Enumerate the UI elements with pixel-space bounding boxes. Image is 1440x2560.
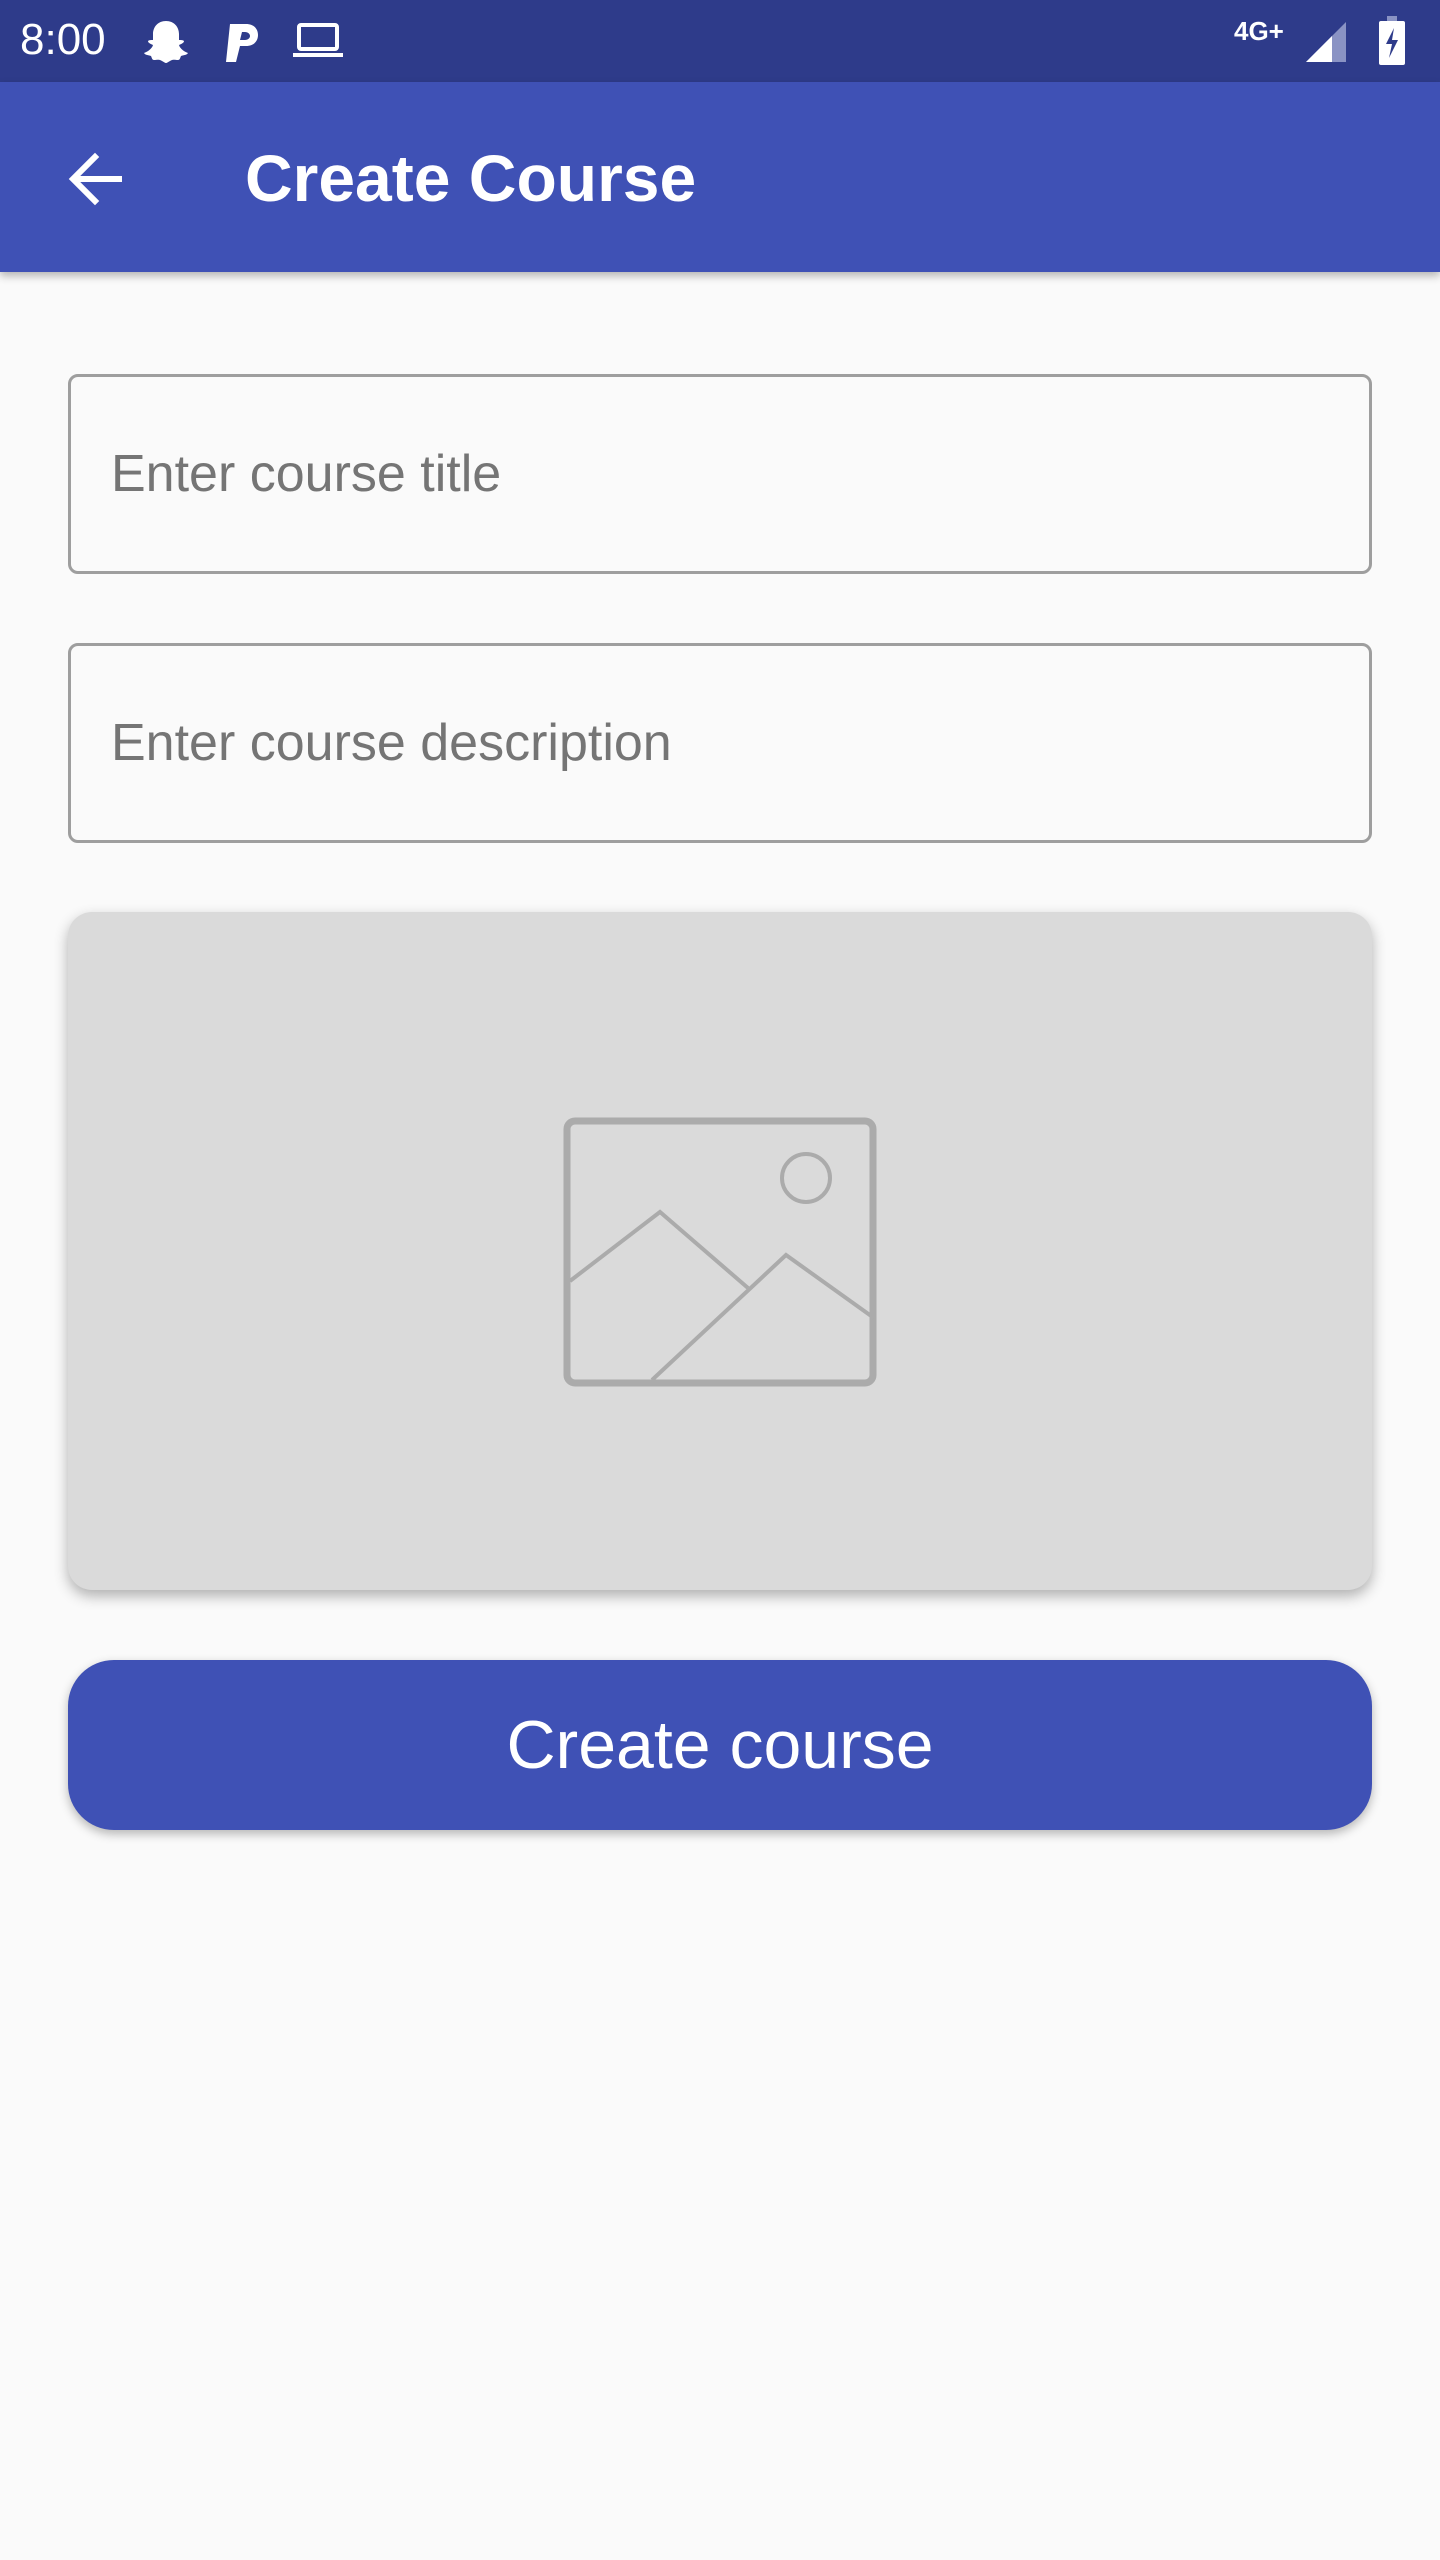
course-image-picker[interactable] <box>68 912 1372 1590</box>
status-bar: 8:00 4G+ <box>0 0 1440 82</box>
status-time: 8:00 <box>20 15 106 64</box>
course-description-field <box>68 643 1372 843</box>
course-description-input[interactable] <box>71 646 1369 840</box>
signal-icon <box>1304 20 1348 69</box>
arrow-back-icon <box>65 149 125 214</box>
course-title-input[interactable] <box>71 377 1369 571</box>
snapchat-icon <box>142 18 190 69</box>
laptop-icon <box>292 22 344 65</box>
create-course-button[interactable]: Create course <box>68 1660 1372 1830</box>
network-type-label: 4G+ <box>1234 16 1284 46</box>
parking-icon <box>222 20 262 69</box>
battery-charging-icon <box>1378 16 1406 71</box>
course-title-field <box>68 374 1372 574</box>
back-button[interactable] <box>40 126 150 236</box>
app-bar: Create Course <box>0 82 1440 272</box>
page-title: Create Course <box>245 141 697 215</box>
image-placeholder-icon <box>562 1116 878 1388</box>
